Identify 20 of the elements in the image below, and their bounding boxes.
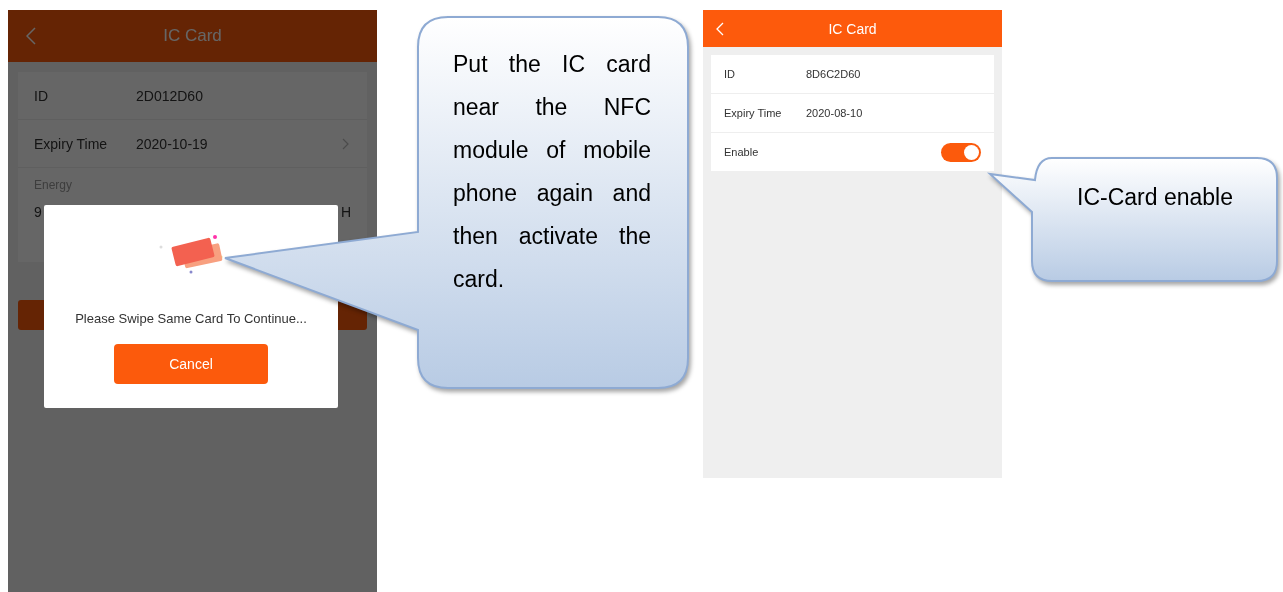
cancel-button[interactable]: Cancel — [114, 344, 268, 384]
callout-text: Put the IC card near the NFC module of mobile phone again and then activate the card. — [453, 50, 651, 294]
enable-toggle[interactable] — [941, 142, 981, 162]
field-value: 2020-10-19 — [136, 135, 208, 152]
back-icon[interactable] — [716, 21, 724, 36]
callout-text: IC-Card enable — [1076, 184, 1234, 211]
screen-title: IC Card — [828, 20, 877, 37]
unit-text: H — [340, 204, 351, 220]
field-label: Expiry Time — [34, 135, 109, 152]
field-label: Expiry Time — [724, 107, 783, 119]
field-label: ID — [34, 87, 49, 104]
screen-title: IC Card — [163, 26, 222, 46]
field-value: 2020-08-10 — [806, 107, 863, 119]
field-label: ID — [724, 68, 736, 80]
field-value: 9 — [34, 204, 42, 220]
dialog-message: Please Swipe Same Card To Continue... — [75, 311, 307, 326]
field-label: Enable — [724, 146, 760, 158]
back-icon[interactable] — [26, 27, 36, 45]
field-value: 8D6C2D60 — [806, 68, 861, 80]
field-value: 2D012D60 — [136, 87, 203, 104]
